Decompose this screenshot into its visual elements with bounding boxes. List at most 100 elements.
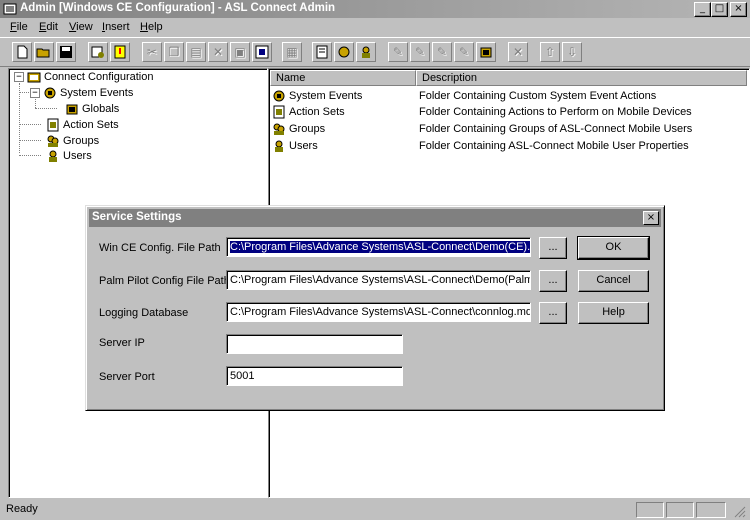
logging-database-label: Logging Database [99,307,189,319]
tree-item-system-events[interactable]: System Events [43,85,133,101]
palm-browse-button[interactable]: ... [539,270,567,292]
cut-icon[interactable]: ✂ [142,42,162,62]
help-button[interactable]: Help [578,302,649,324]
save-icon[interactable] [56,42,76,62]
list-item-name: Action Sets [289,105,345,118]
add-item-icon[interactable]: ▦ [282,42,302,62]
list-item-description: Folder Containing Groups of ASL-Connect … [419,123,693,135]
dialog-title: Service Settings [92,211,182,223]
server-ip-label: Server IP [99,337,145,349]
system-events-icon [273,90,285,101]
menu-edit[interactable]: Edit [39,21,58,33]
action-3-icon[interactable]: ✎ [432,42,452,62]
menu-view[interactable]: View [69,21,93,33]
list-item-users[interactable]: Users [272,137,318,154]
tree-line [35,108,57,109]
list-item-name: Users [289,139,318,152]
service-settings-dialog: Service Settings × Win CE Config. File P… [85,205,665,411]
list-item-description: Folder Containing Custom System Event Ac… [419,90,657,102]
tree-item-groups[interactable]: Groups [46,133,99,149]
system-events-icon[interactable] [334,42,354,62]
app-icon [3,3,17,15]
configuration-icon [27,72,41,83]
move-down-icon[interactable]: ⇩ [562,42,582,62]
system-events-collapse-toggle[interactable]: − [30,88,40,98]
tree-label-users: Users [63,150,92,162]
maximize-button[interactable]: □ [711,2,728,17]
alert-icon[interactable] [110,42,130,62]
groups-icon [47,135,59,147]
move-up-icon[interactable]: ⇧ [540,42,560,62]
menu-insert[interactable]: Insert [102,21,130,33]
wince-config-path-field[interactable]: C:\Program Files\Advance Systems\ASL-Con… [226,237,531,257]
action-2-icon[interactable]: ✎ [410,42,430,62]
logdb-browse-button[interactable]: ... [539,302,567,324]
root-collapse-toggle[interactable]: − [14,72,24,82]
service-settings-icon[interactable] [252,42,272,62]
column-header-description[interactable]: Description [416,70,747,86]
server-port-field[interactable]: 5001 [226,366,403,386]
list-item-description: Folder Containing ASL-Connect Mobile Use… [419,140,689,152]
toolbar: ✂ ❐ ▤ ✕ ▣ ▦ ✎ ✎ ✎ ✎ ✕ ⇧ ⇩ [0,37,750,67]
list-item-name: Groups [289,122,326,135]
users-icon [275,140,283,152]
status-panel [696,502,726,518]
column-header-name[interactable]: Name [270,70,416,86]
menu-file[interactable]: File [10,21,28,33]
list-item-description: Folder Containing Actions to Perform on … [419,106,692,118]
title-bar[interactable]: Admin [Windows CE Configuration] - ASL C… [0,0,750,18]
action-sets-icon [273,105,285,118]
tree-item-action-sets[interactable]: Action Sets [46,117,119,133]
print-preview-icon[interactable]: ▣ [230,42,250,62]
server-port-label: Server Port [99,371,155,383]
close-button[interactable]: × [730,2,747,17]
ok-button[interactable]: OK [577,236,650,260]
status-panel [666,502,694,518]
dialog-title-bar[interactable]: Service Settings × [89,209,661,227]
list-item-action-sets[interactable]: Action Sets [272,103,345,120]
list-item-name: System Events [289,89,363,102]
app-window: Admin [Windows CE Configuration] - ASL C… [0,0,750,520]
menu-help[interactable]: Help [140,21,163,33]
wince-config-path-label: Win CE Config. File Path [99,242,221,254]
copy-icon[interactable]: ❐ [164,42,184,62]
logging-database-field[interactable]: C:\Program Files\Advance Systems\ASL-Con… [226,302,531,322]
minimize-button[interactable]: _ [694,2,711,17]
action-sets-icon [47,118,59,132]
notes-icon[interactable] [312,42,332,62]
palm-config-path-field[interactable]: C:\Program Files\Advance Systems\ASL-Con… [226,270,531,290]
palm-config-path-label: Palm Pilot Config File Path [99,275,230,287]
wince-browse-button[interactable]: ... [539,237,567,259]
tree-label-system-events: System Events [60,87,134,99]
users-icon [49,150,57,162]
tree-label-connect-configuration: Connect Configuration [44,71,154,83]
tree-item-globals[interactable]: Globals [65,101,119,117]
groups-icon [273,123,285,135]
tree-label-globals: Globals [82,103,120,115]
properties-icon[interactable] [88,42,108,62]
new-icon[interactable] [12,42,32,62]
status-panel [636,502,664,518]
tree-line [19,155,41,156]
action-1-icon[interactable]: ✎ [388,42,408,62]
tree-label-groups: Groups [63,135,100,147]
remove-icon[interactable]: ✕ [508,42,528,62]
tree-item-connect-configuration[interactable]: Connect Configuration [27,69,153,85]
server-ip-field[interactable] [226,334,403,354]
list-item-groups[interactable]: Groups [272,120,325,137]
tree-label-action-sets: Action Sets [63,119,119,131]
delete-icon[interactable]: ✕ [208,42,228,62]
globals-icon [66,104,78,115]
resize-grip-icon[interactable] [732,504,746,518]
window-title: Admin [Windows CE Configuration] - ASL C… [20,2,336,14]
dialog-close-button[interactable]: × [643,211,659,225]
users-icon[interactable] [356,42,376,62]
action-4-icon[interactable]: ✎ [454,42,474,62]
globals-icon[interactable] [476,42,496,62]
list-item-system-events[interactable]: System Events [272,87,362,104]
open-icon[interactable] [34,42,54,62]
paste-icon[interactable]: ▤ [186,42,206,62]
tree-item-users[interactable]: Users [46,148,92,164]
cancel-button[interactable]: Cancel [578,270,649,292]
tree-line [19,124,41,125]
